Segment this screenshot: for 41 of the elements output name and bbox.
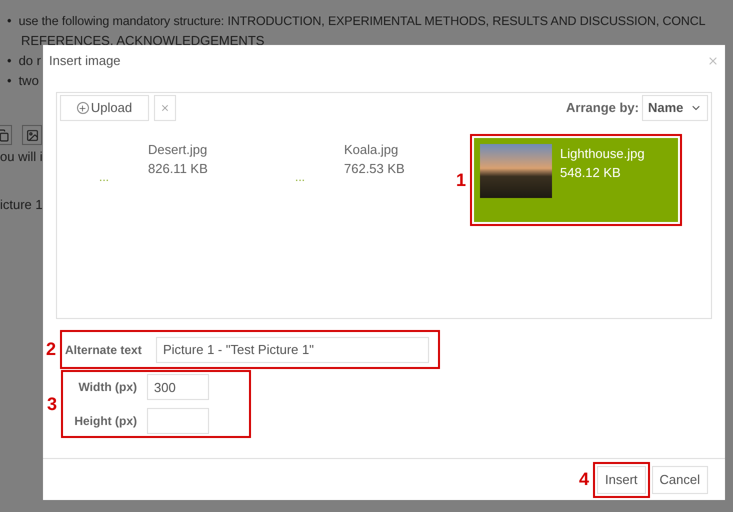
loading-text: ... bbox=[98, 169, 109, 186]
image-icon[interactable] bbox=[22, 125, 42, 145]
file-size: 826.11 KB bbox=[148, 160, 208, 178]
page-text: REFERENCES, ACKNOWLEDGEMENTS bbox=[20, 32, 264, 50]
height-label: Height (px) bbox=[73, 413, 138, 430]
width-label: Width (px) bbox=[77, 379, 138, 396]
close-icon bbox=[160, 103, 170, 113]
callout-number: 1 bbox=[454, 168, 467, 192]
callout-number: 2 bbox=[44, 338, 57, 361]
dialog-title: Insert image bbox=[49, 52, 121, 70]
bullet-mark: • bbox=[7, 12, 12, 30]
photo-placeholder bbox=[480, 144, 552, 198]
bullet-mark: • bbox=[7, 72, 12, 90]
file-tile[interactable]: ... Desert.jpg 826.11 KB bbox=[62, 134, 258, 218]
file-size: 762.53 KB bbox=[344, 160, 405, 178]
file-name: Desert.jpg bbox=[148, 141, 208, 159]
bullet-text: two bbox=[18, 72, 39, 90]
alt-text-label: Alternate text bbox=[64, 342, 143, 358]
plus-icon bbox=[76, 102, 89, 114]
callout-number: 4 bbox=[578, 468, 590, 491]
page-text: icture 1 bbox=[0, 196, 43, 214]
file-tile[interactable]: ... Koala.jpg 762.53 KB bbox=[258, 134, 454, 218]
arrange-select[interactable]: Name bbox=[642, 95, 708, 121]
file-name: Koala.jpg bbox=[344, 141, 400, 159]
callout-number: 3 bbox=[46, 392, 58, 416]
height-field[interactable] bbox=[147, 408, 209, 434]
bullet-mark: • bbox=[7, 52, 12, 70]
dialog-button[interactable]: Cancel bbox=[652, 466, 708, 494]
loading-text: ... bbox=[294, 169, 305, 186]
bullet-text: use the following mandatory structure: INTRODUCTION, EXPERIMENTAL METHODS, RESULTS AND DISCUSSION, CONCL bbox=[18, 13, 706, 30]
alt-text-field[interactable]: Picture 1 - "Test Picture 1" bbox=[156, 336, 429, 362]
remove-button[interactable] bbox=[154, 95, 176, 121]
arrange-label: Arrange by: bbox=[566, 99, 639, 118]
dialog-button[interactable]: Insert bbox=[597, 466, 646, 494]
file-name: Lighthouse.jpg bbox=[560, 145, 645, 163]
bullet-text: do r bbox=[18, 52, 41, 70]
width-field[interactable]: 300 bbox=[147, 374, 209, 400]
page-text: ou will i bbox=[0, 148, 43, 166]
upload-button[interactable]: Upload bbox=[60, 95, 149, 121]
close-icon[interactable] bbox=[707, 55, 719, 67]
file-size: 548.12 KB bbox=[560, 164, 622, 182]
